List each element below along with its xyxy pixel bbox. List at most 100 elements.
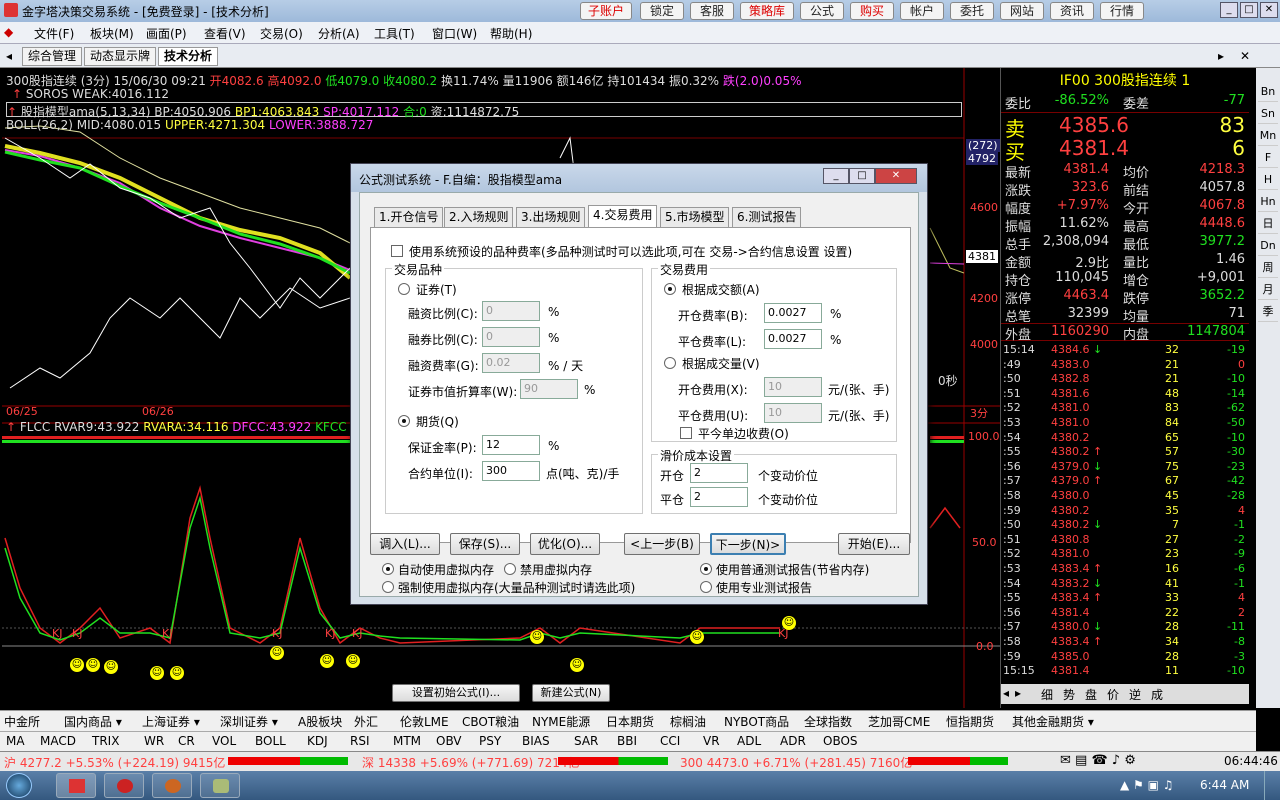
indicator-cci[interactable]: CCI xyxy=(660,734,680,748)
top-button-5[interactable]: 购买 xyxy=(850,2,894,20)
model-line[interactable]: ↑ 股指模型ama(5,13,34) BP:4050.906 BP1:4063.… xyxy=(6,102,962,119)
task-app-1[interactable] xyxy=(56,773,96,798)
side-icon-3[interactable]: F xyxy=(1258,148,1278,168)
dialog-tab-3[interactable]: 3.出场规则 xyxy=(516,207,586,227)
dialog-tab-4[interactable]: 4.交易费用 xyxy=(588,205,658,227)
tabs-close-icon[interactable]: ✕ xyxy=(1240,49,1250,63)
close-button[interactable]: ✕ xyxy=(1260,2,1278,18)
top-button-1[interactable]: 锁定 xyxy=(640,2,684,20)
market-tab-6[interactable]: 伦敦LME xyxy=(400,713,449,730)
side-icon-5[interactable]: Hn xyxy=(1258,192,1278,212)
next-step-button[interactable]: 下一步(N)> xyxy=(710,533,786,555)
indicator-macd[interactable]: MACD xyxy=(40,734,76,748)
market-tab-0[interactable]: 中金所 xyxy=(4,713,40,730)
side-icon-9[interactable]: 月 xyxy=(1258,280,1278,300)
securities-radio[interactable] xyxy=(398,283,410,295)
quote-tab-0[interactable]: 细 xyxy=(1041,686,1053,703)
close-rate-input[interactable]: 0.0027 xyxy=(764,329,822,349)
contract-unit-input[interactable]: 300 xyxy=(482,461,540,481)
dialog-close-button[interactable]: ✕ xyxy=(875,168,917,184)
show-desktop-button[interactable] xyxy=(1264,771,1280,800)
indicator-ma[interactable]: MA xyxy=(6,734,25,748)
menu-item-2[interactable]: 画面(P) xyxy=(146,25,187,42)
side-icon-7[interactable]: Dn xyxy=(1258,236,1278,256)
indicator-rsi[interactable]: RSI xyxy=(350,734,370,748)
menu-item-0[interactable]: 文件(F) xyxy=(34,25,74,42)
dialog-tab-1[interactable]: 1.开仓信号 xyxy=(374,207,444,227)
dialog-minimize-button[interactable]: _ xyxy=(823,168,849,184)
save-button[interactable]: 保存(S)... xyxy=(450,533,520,555)
menu-item-3[interactable]: 查看(V) xyxy=(204,25,246,42)
open-fee-input[interactable]: 10 xyxy=(764,377,822,397)
indicator-sar[interactable]: SAR xyxy=(574,734,598,748)
market-tab-11[interactable]: NYBOT商品 xyxy=(724,713,789,730)
market-tab-13[interactable]: 芝加哥CME xyxy=(868,713,930,730)
top-button-6[interactable]: 帐户 xyxy=(900,2,944,20)
task-app-2[interactable] xyxy=(104,773,144,798)
minimize-button[interactable]: _ xyxy=(1220,2,1238,18)
side-icon-0[interactable]: Bn xyxy=(1258,82,1278,102)
top-button-10[interactable]: 行情 xyxy=(1100,2,1144,20)
menu-item-1[interactable]: 板块(M) xyxy=(90,25,134,42)
menu-item-8[interactable]: 帮助(H) xyxy=(490,25,532,42)
disable-virtual-memory-radio[interactable] xyxy=(504,563,516,575)
new-formula-button[interactable]: 新建公式(N) xyxy=(532,684,610,702)
margin-ratio-input[interactable]: 0 xyxy=(482,301,540,321)
dialog-tab-6[interactable]: 6.测试报告 xyxy=(732,207,802,227)
market-tab-10[interactable]: 棕榈油 xyxy=(670,713,706,730)
market-ratio-input[interactable]: 90 xyxy=(520,379,578,399)
market-tab-7[interactable]: CBOT粮油 xyxy=(462,713,519,730)
dialog-tab-2[interactable]: 2.入场规则 xyxy=(444,207,514,227)
menu-item-6[interactable]: 工具(T) xyxy=(374,25,415,42)
tabs-left-arrow-icon[interactable]: ◂ xyxy=(6,49,12,63)
market-tab-14[interactable]: 恒指期货 xyxy=(946,713,994,730)
indicator-bias[interactable]: BIAS xyxy=(522,734,550,748)
quote-tab-2[interactable]: 盘 xyxy=(1085,686,1097,703)
margin-rate-input[interactable]: 0.02 xyxy=(482,353,540,373)
quote-prev-icon[interactable]: ◂ xyxy=(1003,686,1009,700)
by-volume-radio[interactable] xyxy=(664,357,676,369)
side-icon-8[interactable]: 周 xyxy=(1258,258,1278,278)
side-icon-2[interactable]: Mn xyxy=(1258,126,1278,146)
indicator-boll[interactable]: BOLL xyxy=(255,734,286,748)
by-amount-radio[interactable] xyxy=(664,283,676,295)
use-system-fee-checkbox[interactable] xyxy=(391,245,403,257)
indicator-psy[interactable]: PSY xyxy=(479,734,501,748)
quote-next-icon[interactable]: ▸ xyxy=(1015,686,1021,700)
dialog-tab-5[interactable]: 5.市场模型 xyxy=(660,207,730,227)
top-button-8[interactable]: 网站 xyxy=(1000,2,1044,20)
market-tab-1[interactable]: 国内商品 ▾ xyxy=(64,713,122,730)
indicator-vol[interactable]: VOL xyxy=(212,734,236,748)
side-icon-10[interactable]: 季 xyxy=(1258,302,1278,322)
top-button-4[interactable]: 公式 xyxy=(800,2,844,20)
setup-initial-formula-button[interactable]: 设置初始公式(I)... xyxy=(392,684,520,702)
market-tab-12[interactable]: 全球指数 xyxy=(804,713,852,730)
indicator-adl[interactable]: ADL xyxy=(737,734,761,748)
top-button-9[interactable]: 资讯 xyxy=(1050,2,1094,20)
indicator-trix[interactable]: TRIX xyxy=(92,734,119,748)
indicator-bbi[interactable]: BBI xyxy=(617,734,637,748)
buy-row[interactable]: 买 4381.4 6 xyxy=(1001,136,1249,164)
optimize-button[interactable]: 优化(O)... xyxy=(530,533,600,555)
market-tab-8[interactable]: NYME能源 xyxy=(532,713,590,730)
menu-item-4[interactable]: 交易(O) xyxy=(260,25,303,42)
dialog-maximize-button[interactable]: □ xyxy=(849,168,875,184)
menu-item-7[interactable]: 窗口(W) xyxy=(432,25,477,42)
close-fee-input[interactable]: 10 xyxy=(764,403,822,423)
slip-close-input[interactable]: 2 xyxy=(690,487,748,507)
auto-virtual-memory-radio[interactable] xyxy=(382,563,394,575)
tab-dynamic-board[interactable]: 动态显示牌 xyxy=(84,47,157,66)
maximize-button[interactable]: □ xyxy=(1240,2,1258,18)
indicator-obos[interactable]: OBOS xyxy=(823,734,858,748)
indicator-cr[interactable]: CR xyxy=(178,734,195,748)
sell-row[interactable]: 卖 4385.6 83 xyxy=(1001,112,1249,141)
force-virtual-memory-radio[interactable] xyxy=(382,581,394,593)
top-button-0[interactable]: 子账户 xyxy=(580,2,632,20)
pro-report-radio[interactable] xyxy=(700,581,712,593)
market-tab-9[interactable]: 日本期货 xyxy=(606,713,654,730)
quote-tab-1[interactable]: 势 xyxy=(1063,686,1075,703)
side-icon-6[interactable]: 日 xyxy=(1258,214,1278,234)
top-button-2[interactable]: 客服 xyxy=(690,2,734,20)
status-icons[interactable]: ✉ ▤ ☎ ♪ ⚙ xyxy=(1060,753,1136,768)
slip-open-input[interactable]: 2 xyxy=(690,463,748,483)
